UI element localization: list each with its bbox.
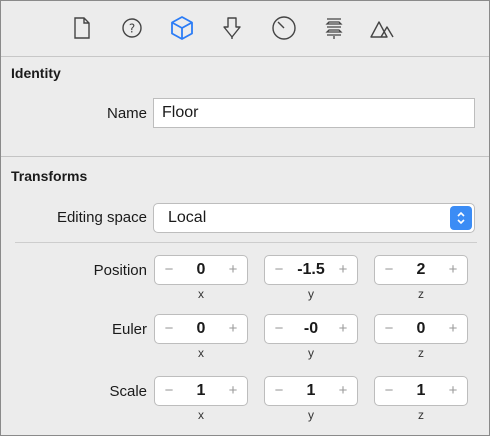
axis-label-y: y [308, 287, 314, 301]
decrement-button[interactable]: − [161, 320, 177, 338]
decrement-button[interactable]: − [381, 261, 397, 279]
arrow-down-icon[interactable] [217, 13, 247, 43]
position-x-stepper[interactable]: − 0 + [154, 255, 248, 285]
editing-space-value: Local [168, 209, 207, 226]
scale-z-value[interactable]: 1 [397, 382, 445, 400]
euler-z-value[interactable]: 0 [397, 320, 445, 338]
decrement-button[interactable]: − [381, 320, 397, 338]
decrement-button[interactable]: − [381, 382, 397, 400]
increment-button[interactable]: + [225, 320, 241, 338]
decrement-button[interactable]: − [161, 382, 177, 400]
svg-text:?: ? [129, 22, 135, 36]
editing-space-label: Editing space [56, 209, 147, 226]
increment-button[interactable]: + [225, 382, 241, 400]
section-divider [1, 156, 489, 157]
select-arrows-icon [450, 206, 472, 230]
gauge-icon[interactable] [269, 13, 299, 43]
inspector-toolbar: ? [1, 1, 489, 57]
transforms-heading: Transforms [11, 168, 88, 184]
decrement-button[interactable]: − [271, 320, 287, 338]
axis-label-x: x [198, 346, 204, 360]
position-z-value[interactable]: 2 [397, 261, 445, 279]
euler-label: Euler [111, 321, 147, 338]
cube-icon[interactable] [167, 13, 197, 43]
position-y-value[interactable]: -1.5 [287, 261, 335, 279]
name-label: Name [106, 105, 147, 122]
euler-x-value[interactable]: 0 [177, 320, 225, 338]
scale-y-value[interactable]: 1 [287, 382, 335, 400]
position-z-stepper[interactable]: − 2 + [374, 255, 468, 285]
position-y-stepper[interactable]: − -1.5 + [264, 255, 358, 285]
help-icon[interactable]: ? [117, 13, 147, 43]
scale-z-stepper[interactable]: − 1 + [374, 376, 468, 406]
position-x-value[interactable]: 0 [177, 261, 225, 279]
euler-y-value[interactable]: -0 [287, 320, 335, 338]
scale-x-stepper[interactable]: − 1 + [154, 376, 248, 406]
axis-label-z: z [418, 287, 424, 301]
increment-button[interactable]: + [335, 261, 351, 279]
axis-label-x: x [198, 287, 204, 301]
increment-button[interactable]: + [445, 320, 461, 338]
increment-button[interactable]: + [335, 382, 351, 400]
axis-label-y: y [308, 408, 314, 422]
editing-space-select[interactable]: Local [153, 203, 475, 233]
position-label: Position [93, 262, 147, 279]
layers-icon[interactable] [319, 13, 349, 43]
axis-label-y: y [308, 346, 314, 360]
scale-x-value[interactable]: 1 [177, 382, 225, 400]
decrement-button[interactable]: − [161, 261, 177, 279]
increment-button[interactable]: + [335, 320, 351, 338]
inspector-panel: ? Identity Name Floor Transforms Editing… [0, 0, 490, 436]
axis-label-z: z [418, 408, 424, 422]
axis-label-x: x [198, 408, 204, 422]
transforms-divider [15, 242, 477, 243]
increment-button[interactable]: + [225, 261, 241, 279]
name-field[interactable]: Floor [153, 98, 475, 128]
axis-label-z: z [418, 346, 424, 360]
increment-button[interactable]: + [445, 382, 461, 400]
decrement-button[interactable]: − [271, 382, 287, 400]
increment-button[interactable]: + [445, 261, 461, 279]
scale-y-stepper[interactable]: − 1 + [264, 376, 358, 406]
shapes-icon[interactable] [367, 13, 397, 43]
file-icon[interactable] [67, 13, 97, 43]
identity-heading: Identity [11, 65, 61, 81]
scale-label: Scale [109, 383, 147, 400]
decrement-button[interactable]: − [271, 261, 287, 279]
euler-x-stepper[interactable]: − 0 + [154, 314, 248, 344]
euler-z-stepper[interactable]: − 0 + [374, 314, 468, 344]
euler-y-stepper[interactable]: − -0 + [264, 314, 358, 344]
